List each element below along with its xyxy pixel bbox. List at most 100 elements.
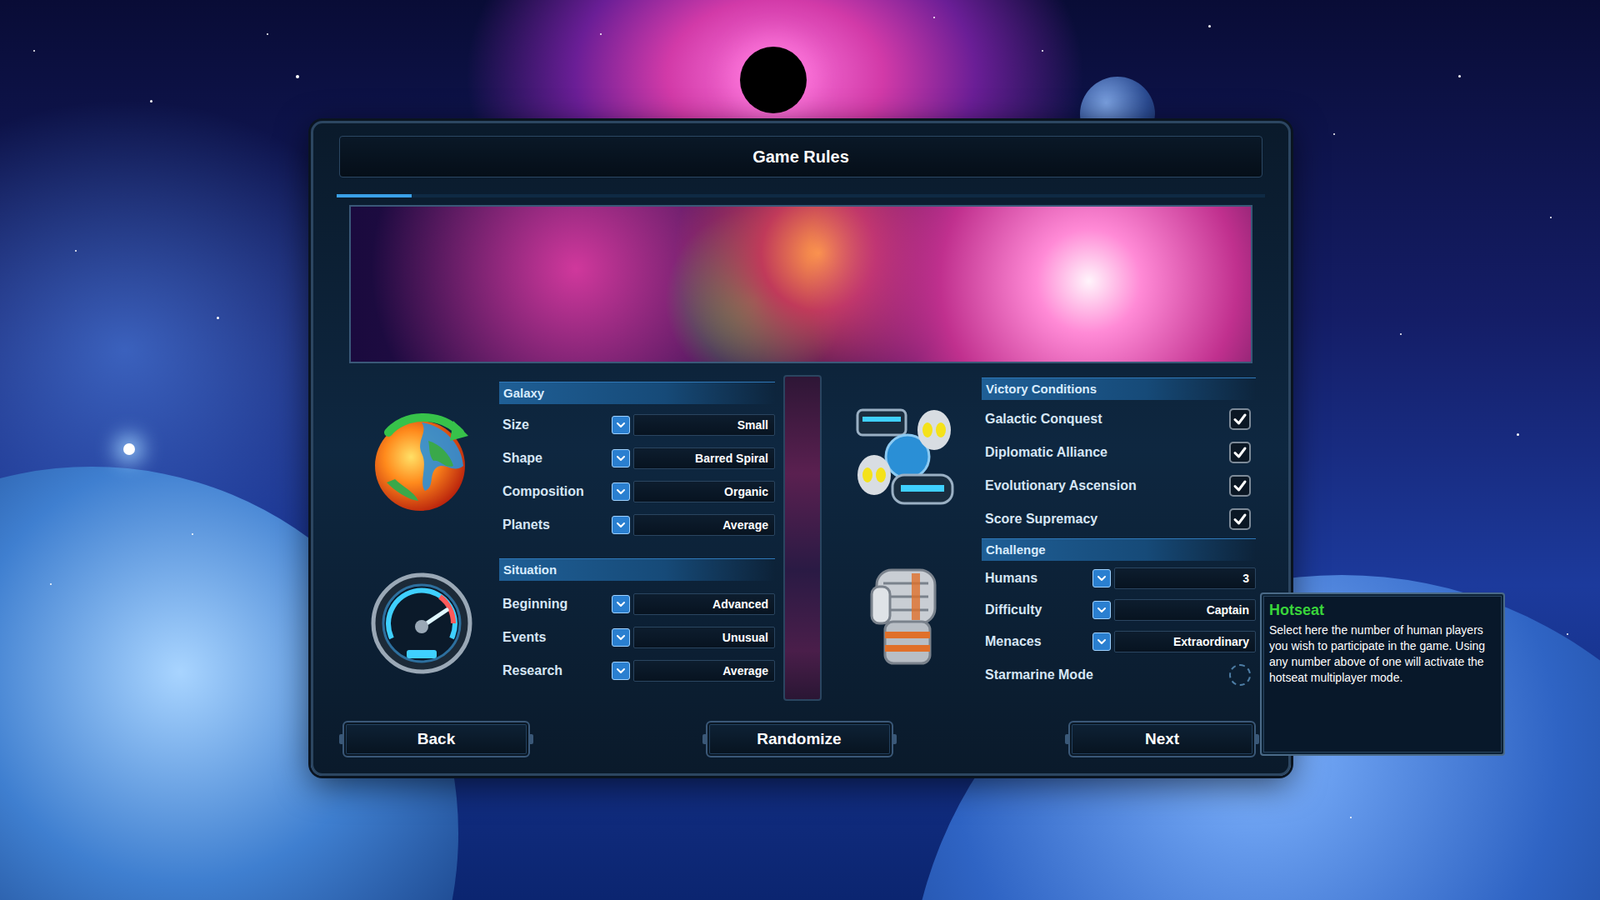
situation-icon-box xyxy=(365,571,478,675)
victory-row[interactable]: Evolutionary Ascension xyxy=(981,469,1256,503)
dropdown-arrow[interactable] xyxy=(611,515,630,535)
victory-icon-box xyxy=(849,405,962,509)
galaxy-banner xyxy=(349,205,1253,364)
checkbox[interactable] xyxy=(1229,475,1251,497)
dropdown-arrow[interactable] xyxy=(611,661,630,680)
game-rules-screen: Game Rules Galaxy SizeSmall Shape Barred Spi… xyxy=(0,0,1600,900)
star xyxy=(1333,133,1335,135)
setting-row: SizeSmall xyxy=(499,408,775,442)
victory-settings: Victory Conditions Galactic Conquest Diplo… xyxy=(981,377,1256,536)
divider-strip xyxy=(783,375,822,701)
dropdown-arrow[interactable] xyxy=(611,595,630,614)
dropdown-arrow[interactable] xyxy=(611,628,630,647)
button-right-nub xyxy=(1254,734,1260,745)
challenge-row: MenacesExtraordinary xyxy=(981,625,1256,658)
setting-row: Events Unusual xyxy=(499,620,775,655)
challenge-icon-box xyxy=(849,561,962,670)
dropdown-value[interactable]: Average xyxy=(633,514,775,536)
dropdown[interactable]: Unusual xyxy=(611,625,775,650)
checkbox[interactable] xyxy=(1229,408,1251,430)
setting-label: Events xyxy=(499,627,612,648)
challenge-row: Difficulty Captain xyxy=(981,594,1256,626)
dropdown-value[interactable]: Barred Spiral xyxy=(633,447,775,470)
dropdown[interactable]: Advanced xyxy=(611,592,775,616)
setting-label: Shape xyxy=(499,448,612,469)
dropdown-arrow[interactable] xyxy=(1092,600,1111,620)
challenge-row[interactable]: Starmarine Mode xyxy=(981,657,1256,693)
dropdown-arrow[interactable] xyxy=(1092,569,1111,588)
star xyxy=(1566,633,1569,635)
chevron-down-icon xyxy=(1095,604,1108,616)
challenge-label: Starmarine Mode xyxy=(981,665,1230,685)
victory-label: Score Supremacy xyxy=(981,509,1230,530)
game-rules-panel: Game Rules Galaxy SizeSmall Shape Barred Spi… xyxy=(310,120,1291,776)
menu-button[interactable]: Next xyxy=(1068,720,1256,758)
dropdown-value[interactable]: Average xyxy=(633,660,775,682)
dropdown-value[interactable]: Extraordinary xyxy=(1114,630,1256,653)
star xyxy=(1208,25,1211,28)
galaxy-section: GalaxySizeSmallShapeBarred SpiralComposi… xyxy=(365,381,775,542)
chevron-down-icon xyxy=(615,419,627,431)
star xyxy=(1350,816,1352,819)
setting-label: Planets xyxy=(499,515,612,535)
dropdown-value[interactable]: Small xyxy=(633,414,775,436)
chevron-down-icon xyxy=(615,485,627,498)
button-right-nub xyxy=(891,734,897,745)
dropdown[interactable]: Barred Spiral xyxy=(611,446,775,470)
button-left-nub xyxy=(1065,734,1070,745)
star xyxy=(191,533,194,535)
situation-settings: SituationBeginningAdvancedEventsUnusualR… xyxy=(499,558,775,688)
menu-button[interactable]: Randomize xyxy=(705,720,894,758)
menu-button[interactable]: Back xyxy=(342,720,530,758)
dropdown-value[interactable]: Captain xyxy=(1114,599,1256,621)
victory-row[interactable]: Galactic Conquest xyxy=(981,402,1256,436)
galaxy-icon-box xyxy=(365,407,478,516)
dropdown[interactable]: Small xyxy=(611,413,775,437)
section-header: Victory Conditions xyxy=(981,377,1256,400)
dropdown[interactable]: Captain xyxy=(1092,598,1256,622)
star xyxy=(600,33,602,35)
checkbox[interactable] xyxy=(1229,664,1251,686)
title: Game Rules xyxy=(752,144,850,170)
challenge-label: Humans xyxy=(981,568,1093,589)
progress-line-fill xyxy=(336,194,412,198)
dropdown-value[interactable]: Unusual xyxy=(633,626,775,649)
chevron-down-icon xyxy=(615,631,627,644)
section-header: Galaxy xyxy=(499,381,775,405)
dropdown[interactable]: Organic xyxy=(611,480,775,504)
button-bar: Back Randomize Next xyxy=(313,720,1289,758)
checkbox[interactable] xyxy=(1229,508,1251,530)
challenge-row: Humans 3 xyxy=(981,562,1256,595)
button-label: Next xyxy=(1145,727,1180,752)
fist-icon xyxy=(860,561,952,670)
victory-row[interactable]: Diplomatic Alliance xyxy=(981,435,1256,470)
victory-section: Victory Conditions Galactic Conquest Diplo… xyxy=(849,377,1256,536)
star xyxy=(50,583,52,585)
challenge-settings: Challenge Humans 3 Difficulty Captain Menaces… xyxy=(981,538,1256,693)
dropdown-arrow[interactable] xyxy=(611,482,630,501)
victory-label: Evolutionary Ascension xyxy=(981,475,1230,496)
button-right-nub xyxy=(528,734,534,745)
dropdown[interactable]: Average xyxy=(611,513,775,537)
star xyxy=(295,75,300,79)
victory-label: Galactic Conquest xyxy=(981,409,1230,430)
dropdown-arrow[interactable] xyxy=(611,449,630,468)
victory-row[interactable]: Score Supremacy xyxy=(981,502,1256,536)
dropdown-value[interactable]: 3 xyxy=(1114,567,1256,590)
dropdown[interactable]: 3 xyxy=(1092,566,1256,590)
challenge-label: Difficulty xyxy=(981,600,1093,620)
star xyxy=(1516,433,1520,436)
checkbox[interactable] xyxy=(1229,441,1251,464)
tooltip: HotseatSelect here the number of human p… xyxy=(1260,592,1505,756)
dropdown-arrow[interactable] xyxy=(611,415,630,435)
dropdown-arrow[interactable] xyxy=(1092,632,1111,651)
dropdown-value[interactable]: Advanced xyxy=(633,593,775,615)
dropdown-value[interactable]: Organic xyxy=(633,480,775,503)
dropdown[interactable]: Extraordinary xyxy=(1092,630,1256,654)
chevron-down-icon xyxy=(1095,635,1108,648)
section-header: Challenge xyxy=(981,538,1256,561)
check-icon xyxy=(1232,445,1248,460)
section-header: Situation xyxy=(499,558,775,581)
dropdown[interactable]: Average xyxy=(611,659,775,683)
settings-area: GalaxySizeSmallShapeBarred SpiralComposi… xyxy=(313,375,1289,701)
